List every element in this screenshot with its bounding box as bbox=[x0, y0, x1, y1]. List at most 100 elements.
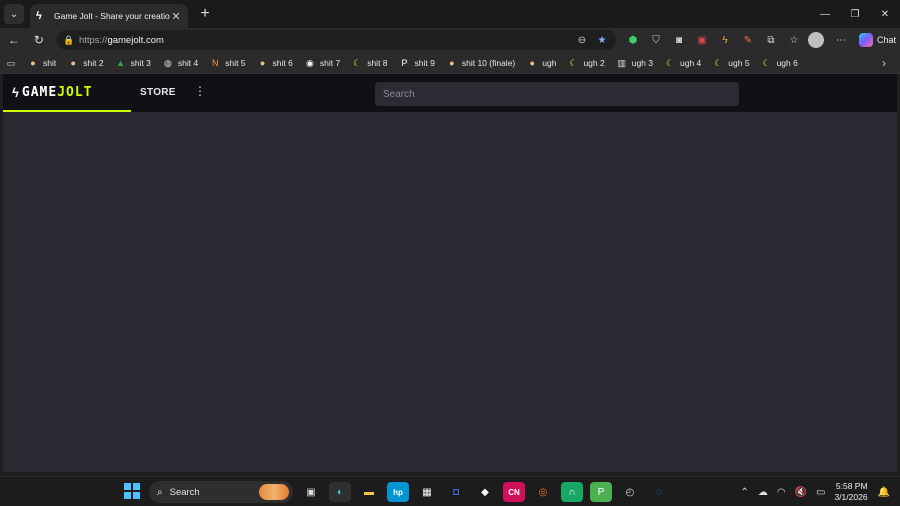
blender-icon[interactable]: ◎ bbox=[532, 482, 554, 502]
p-icon: P bbox=[401, 57, 408, 68]
search-highlight-image bbox=[259, 484, 289, 500]
banana-icon: ☾ bbox=[762, 57, 771, 68]
app-blue-icon[interactable]: ◘ bbox=[445, 482, 467, 502]
favorite-item[interactable]: Nshit 5 bbox=[210, 58, 246, 68]
page-viewport: ϟ GAMEJOLT STORE ⋮ bbox=[3, 74, 897, 472]
battery-icon[interactable]: ▭ bbox=[816, 487, 825, 498]
favorite-item[interactable]: ☾ ugh 4 bbox=[665, 58, 701, 68]
favorite-label: ugh 4 bbox=[680, 57, 702, 68]
tab-group-icon: ▭ bbox=[6, 57, 16, 68]
close-window-icon[interactable]: ✕ bbox=[870, 0, 900, 28]
refresh-icon[interactable]: ↻ bbox=[29, 30, 49, 50]
profile-avatar[interactable] bbox=[807, 32, 824, 48]
cn-icon[interactable]: CN bbox=[503, 482, 525, 502]
circle-app-icon[interactable]: ◌ bbox=[648, 482, 670, 502]
favorite-item[interactable]: ▲ shit 3 bbox=[116, 58, 151, 68]
window-controls: — ❐ ✕ bbox=[810, 0, 900, 28]
pen-extension-icon[interactable]: ✎ bbox=[739, 31, 757, 49]
more-vertical-icon[interactable]: ⋮ bbox=[194, 84, 206, 98]
roblox-icon[interactable]: ◆ bbox=[474, 482, 496, 502]
clock[interactable]: 5:58 PM 3/1/2026 bbox=[834, 481, 867, 503]
extensions-puzzle-icon[interactable]: ⧉ bbox=[762, 31, 780, 49]
browser-tab[interactable]: ϟ Game Jolt - Share your creations ✕ bbox=[30, 4, 188, 28]
favorite-item[interactable]: ☾ ugh 6 bbox=[762, 58, 798, 68]
url-scheme: https:// bbox=[78, 34, 108, 46]
banana-icon: ☾ bbox=[569, 57, 578, 68]
logo-jolt: JOLT bbox=[57, 84, 93, 100]
pocket-extension-icon[interactable]: ▣ bbox=[693, 31, 711, 49]
favorite-item[interactable]: ● ugh bbox=[527, 57, 557, 68]
favorite-item[interactable]: ● shit 10 (finale) bbox=[447, 58, 515, 68]
volume-muted-icon[interactable]: 🔇 bbox=[795, 487, 807, 498]
favorite-item[interactable]: ● shit 2 bbox=[68, 57, 104, 68]
favorite-item[interactable]: ◍ shit 4 bbox=[163, 58, 198, 68]
favorites-toggle[interactable]: ▭ bbox=[6, 58, 16, 68]
favorite-star-icon[interactable]: ★ bbox=[594, 32, 610, 48]
favorite-item[interactable]: ☾ ugh 5 bbox=[713, 58, 749, 68]
egg-icon: ● bbox=[70, 57, 76, 68]
favorite-item[interactable]: ● shit 6 bbox=[258, 58, 293, 68]
settings-more-icon[interactable]: ⋯ bbox=[832, 31, 850, 49]
shield-extension-icon[interactable]: ⬢ bbox=[624, 31, 642, 49]
guard-extension-icon[interactable]: ⛉ bbox=[647, 31, 665, 49]
url-host: gamejolt.com bbox=[107, 34, 164, 46]
windows-start-icon[interactable] bbox=[124, 483, 140, 499]
globe-icon: ◍ bbox=[163, 57, 172, 68]
favorite-item[interactable]: ● shit bbox=[28, 58, 56, 68]
tab-close-icon[interactable]: ✕ bbox=[170, 10, 182, 23]
minimize-icon[interactable]: — bbox=[810, 0, 840, 28]
address-bar[interactable]: 🔒 https://gamejolt.com ⊖ ★ bbox=[56, 30, 616, 50]
taskbar: ⌕ Search ▣ ◐ ▬ hp ▦ ◘ ◆ CN ◎ ∩ P ◴ ◌ ⌃ ☁ ◠ 🔇 ▭ 5:58 … bbox=[0, 476, 900, 506]
hp-icon[interactable]: hp bbox=[387, 482, 409, 502]
egg-icon: ● bbox=[259, 57, 266, 68]
bolt-icon: ϟ bbox=[36, 10, 42, 22]
search-icon: ⌕ bbox=[157, 486, 163, 498]
store-link[interactable]: STORE bbox=[140, 87, 176, 98]
favorites-icon[interactable]: ☆ bbox=[785, 31, 803, 49]
favorite-label: ugh 5 bbox=[728, 57, 750, 68]
notification-bell-icon[interactable]: 🔔 bbox=[878, 487, 890, 498]
address-url[interactable]: https://gamejolt.com bbox=[79, 35, 570, 46]
tab-title: Game Jolt - Share your creations bbox=[54, 11, 170, 21]
gamejolt-logo-link[interactable]: ϟ GAMEJOLT bbox=[3, 74, 131, 112]
wifi-icon[interactable]: ◠ bbox=[777, 487, 786, 498]
weather-cloud-icon[interactable]: ☁ bbox=[758, 487, 768, 498]
restore-icon[interactable]: ❐ bbox=[840, 0, 870, 28]
back-arrow-icon[interactable]: ← bbox=[4, 30, 24, 50]
camera-extension-icon[interactable]: ◙ bbox=[670, 31, 688, 49]
clock-time: 5:58 PM bbox=[835, 481, 868, 491]
taskbar-search[interactable]: ⌕ Search bbox=[149, 481, 293, 503]
green-app-icon[interactable]: ∩ bbox=[561, 482, 583, 502]
file-explorer-icon[interactable]: ▬ bbox=[358, 482, 380, 502]
steam-icon[interactable]: ◴ bbox=[619, 482, 641, 502]
p-app-icon[interactable]: P bbox=[590, 482, 612, 502]
tab-actions-chevron-icon[interactable]: ⌄ bbox=[4, 4, 24, 24]
favorite-item[interactable]: Pshit 9 bbox=[400, 58, 435, 68]
search-input[interactable] bbox=[375, 82, 739, 106]
favorite-label: shit bbox=[43, 57, 57, 68]
screen: ⌄ ϟ Game Jolt - Share your creations ✕ +… bbox=[0, 0, 900, 506]
favorite-item[interactable]: ☾ shit 8 bbox=[352, 58, 387, 68]
copilot-button[interactable]: Chat bbox=[858, 33, 896, 47]
bin-icon: ▥ bbox=[617, 57, 626, 68]
bolt-extension-icon[interactable]: ϟ bbox=[716, 31, 734, 49]
gamejolt-logo: GAMEJOLT bbox=[22, 85, 93, 100]
favorite-item[interactable]: ▥ ugh 3 bbox=[617, 58, 653, 68]
lock-icon[interactable]: 🔒 bbox=[63, 35, 75, 46]
favorite-label: shit 8 bbox=[367, 57, 388, 68]
egg-icon: ● bbox=[449, 57, 455, 68]
task-view-icon[interactable]: ▣ bbox=[300, 482, 322, 502]
store-icon[interactable]: ▦ bbox=[416, 482, 438, 502]
favorite-label: shit 9 bbox=[414, 57, 435, 68]
more-page-options-icon[interactable]: ⊖ bbox=[574, 32, 590, 48]
system-tray: ⌃ ☁ ◠ 🔇 ▭ 5:58 PM 3/1/2026 🔔 bbox=[740, 480, 890, 504]
favorite-item[interactable]: ☾ ugh 2 bbox=[568, 58, 604, 68]
favorites-list: ● shit ● shit 2 ▲ shit 3 ◍ shit 4 Nshit 5 ● shit 6… bbox=[28, 58, 810, 68]
favorite-item[interactable]: ◉ shit 7 bbox=[305, 58, 340, 68]
favorites-overflow-chevron-icon[interactable]: › bbox=[882, 56, 886, 70]
new-tab-plus-icon[interactable]: + bbox=[196, 6, 214, 22]
show-hidden-icons-chevron-icon[interactable]: ⌃ bbox=[740, 487, 748, 498]
edge-icon[interactable]: ◐ bbox=[329, 482, 351, 502]
banana-icon: ☾ bbox=[714, 57, 723, 68]
egg-icon: ● bbox=[529, 57, 535, 68]
